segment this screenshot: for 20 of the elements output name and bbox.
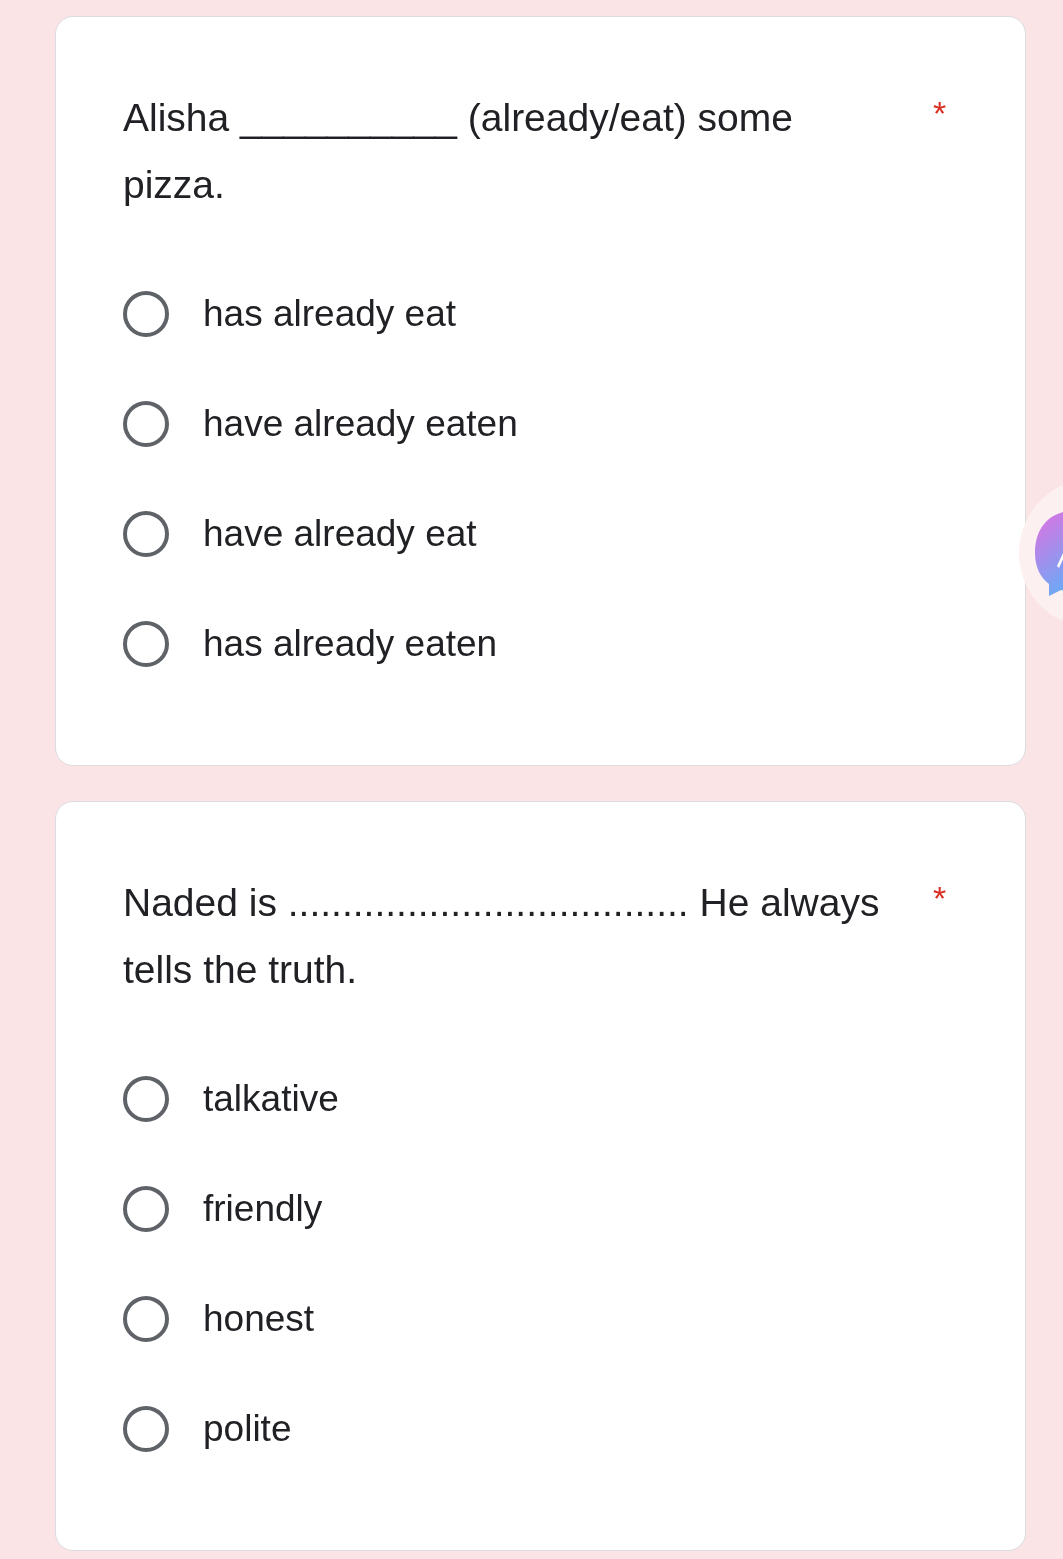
required-mark: * (933, 93, 947, 134)
radio-button[interactable] (123, 401, 169, 447)
option-label[interactable]: honest (203, 1293, 315, 1345)
option-label[interactable]: friendly (203, 1183, 323, 1235)
radio-button[interactable] (123, 511, 169, 557)
radio-button[interactable] (123, 1186, 169, 1232)
option-label[interactable]: polite (203, 1403, 292, 1455)
question-text: Naded is ..................................... He always tells the truth. (123, 880, 881, 993)
question-text: Alisha __________ (already/eat) some pizza. (123, 95, 794, 208)
option-label[interactable]: have already eaten (203, 398, 518, 450)
option-label[interactable]: has already eat (203, 288, 456, 340)
radio-button[interactable] (123, 1296, 169, 1342)
radio-button[interactable] (123, 621, 169, 667)
option-label[interactable]: talkative (203, 1073, 339, 1125)
radio-button[interactable] (123, 1406, 169, 1452)
radio-button[interactable] (123, 1076, 169, 1122)
radio-button[interactable] (123, 291, 169, 337)
required-mark: * (933, 878, 947, 919)
option-label[interactable]: has already eaten (203, 618, 498, 670)
option-label[interactable]: have already eat (203, 508, 477, 560)
